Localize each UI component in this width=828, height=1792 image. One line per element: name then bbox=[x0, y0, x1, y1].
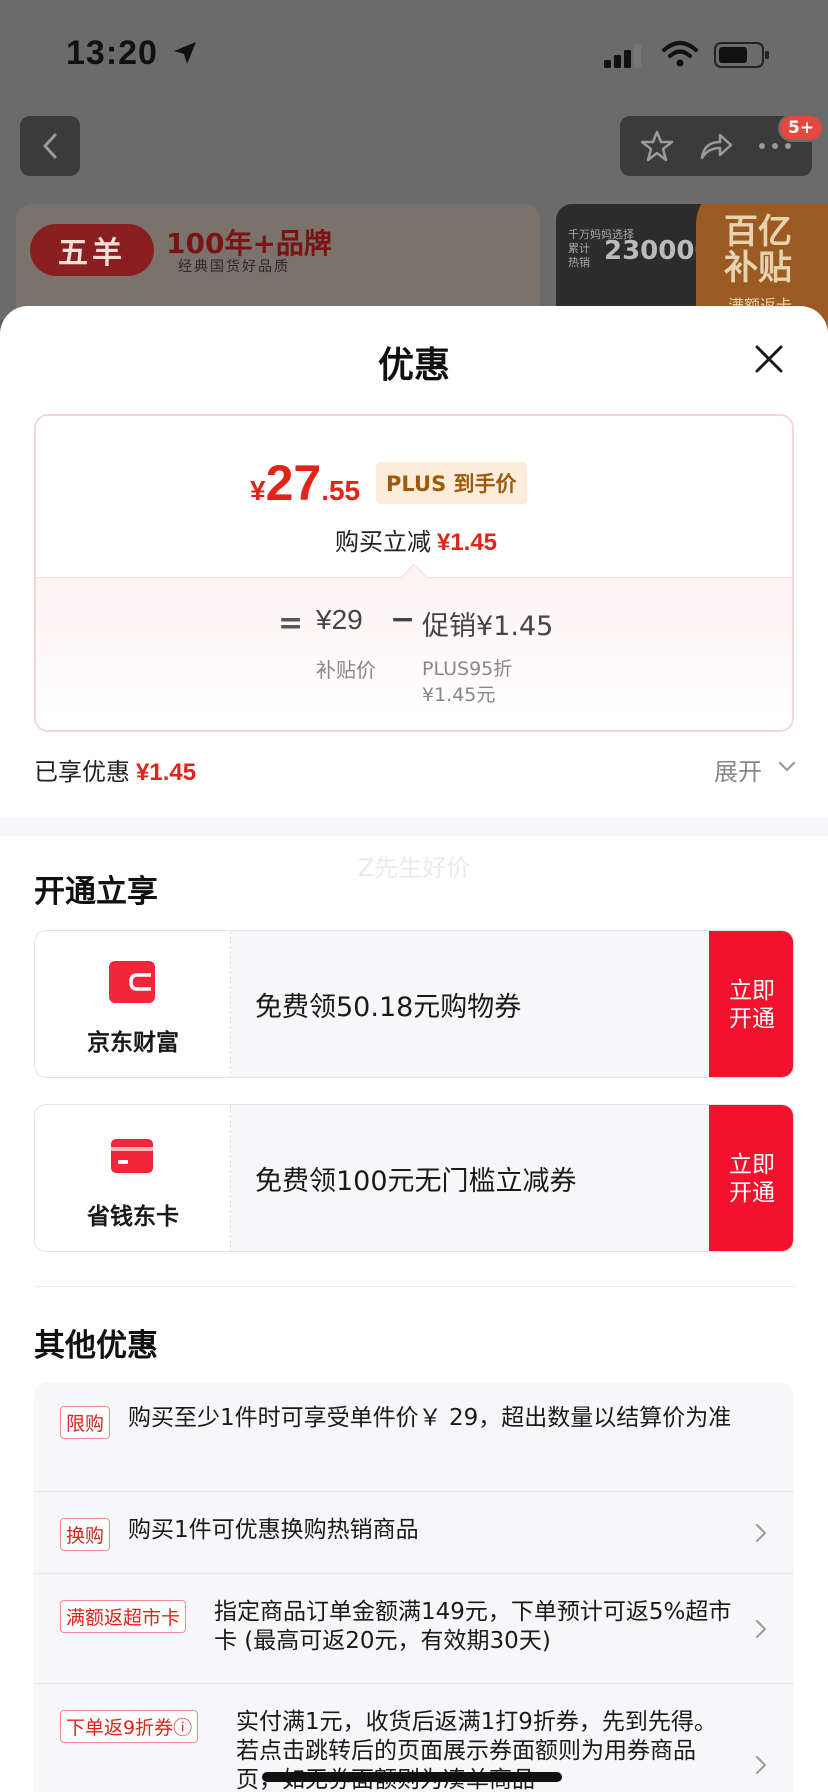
promo-discount: 促销¥1.45 bbox=[422, 611, 554, 642]
section-divider bbox=[34, 1286, 794, 1287]
discount-tag: 满额返超市卡 bbox=[60, 1600, 187, 1633]
list-item[interactable]: 满额返超市卡 指定商品订单金额满149元，下单预计可返5%超市卡 (最高可返20… bbox=[34, 1574, 794, 1684]
open-card-name: 京东财富 bbox=[87, 1030, 179, 1056]
status-time: 13:20 bbox=[66, 34, 158, 72]
enjoyed-label: 已享优惠 bbox=[34, 758, 130, 786]
reduce-line: 购买立减 ¥1.45 bbox=[36, 522, 792, 557]
share-icon bbox=[700, 133, 733, 160]
close-icon bbox=[755, 345, 783, 373]
card-icon bbox=[111, 1139, 153, 1173]
favorite-button[interactable] bbox=[637, 126, 677, 166]
final-price: ¥27.55 bbox=[250, 454, 360, 512]
open-card-desc: 免费领50.18元购物券 bbox=[255, 992, 522, 1023]
open-card-name: 省钱东卡 bbox=[87, 1204, 179, 1230]
price-integer: 27 bbox=[265, 455, 322, 511]
battery-icon bbox=[714, 42, 769, 68]
home-indicator[interactable] bbox=[262, 1772, 562, 1782]
chevron-right-icon bbox=[756, 1756, 767, 1774]
share-button[interactable] bbox=[696, 126, 736, 166]
enjoyed-amount: ¥1.45 bbox=[136, 759, 197, 786]
back-button[interactable] bbox=[20, 116, 80, 176]
discount-text: 购买1件可优惠换购热销商品 bbox=[128, 1517, 419, 1543]
brand-logo: 五羊 bbox=[30, 224, 154, 276]
discount-tag: 下单返9折券ⓘ bbox=[60, 1710, 199, 1743]
subsidy-badge-text: 百亿 补贴 bbox=[724, 212, 792, 288]
other-section-title: 其他优惠 bbox=[34, 1328, 158, 1364]
reduce-label: 购买立减 bbox=[334, 528, 431, 556]
discount-tag: 换购 bbox=[60, 1518, 111, 1551]
plus-price-tag: PLUS 到手价 bbox=[376, 462, 527, 504]
cellular-signal-icon bbox=[604, 44, 641, 68]
open-section-title: 开通立享 bbox=[34, 874, 158, 910]
sheet-title: 优惠 bbox=[377, 345, 450, 386]
promo-label-line2: ¥1.45元 bbox=[422, 684, 496, 706]
status-bar: 13:20 bbox=[0, 34, 828, 74]
enjoyed-discount: 已享优惠 ¥1.45 bbox=[34, 752, 196, 787]
subsidy-price: ¥29 bbox=[316, 604, 363, 635]
price-card: ¥27.55 PLUS 到手价 购买立减 ¥1.45 = ¥29 补贴价 − 促销… bbox=[34, 414, 794, 732]
promo-label-line1: PLUS95折 bbox=[422, 658, 513, 680]
promo-discount-label: PLUS95折 ¥1.45元 bbox=[422, 656, 512, 708]
more-dots-icon bbox=[758, 143, 791, 149]
discount-text: 购买至少1件时可享受单件价￥ 29，超出数量以结算价为准 bbox=[128, 1405, 732, 1431]
section-divider bbox=[0, 818, 828, 836]
star-icon bbox=[641, 130, 674, 162]
subsidy-price-label: 补贴价 bbox=[316, 658, 376, 682]
open-now-button[interactable]: 立即开通 bbox=[709, 931, 793, 1077]
chevron-right-icon bbox=[756, 1524, 767, 1542]
open-card-brand: 省钱东卡 bbox=[35, 1105, 231, 1251]
list-item[interactable]: 换购 购买1件可优惠换购热销商品 bbox=[34, 1492, 794, 1574]
open-card-brand: 京东财富 bbox=[35, 931, 231, 1077]
open-card-jd-wealth[interactable]: 京东财富 免费领50.18元购物券 立即开通 bbox=[34, 930, 794, 1078]
minus-sign: − bbox=[390, 602, 416, 637]
open-card-desc: 免费领100元无门槛立减券 bbox=[255, 1166, 577, 1197]
open-card-save-card[interactable]: 省钱东卡 免费领100元无门槛立减券 立即开通 bbox=[34, 1104, 794, 1252]
chevron-right-icon bbox=[756, 1620, 767, 1638]
other-discounts-list: 限购 购买至少1件时可享受单件价￥ 29，超出数量以结算价为准 换购 购买1件可… bbox=[34, 1382, 794, 1792]
discount-sheet: 优惠 ¥27.55 PLUS 到手价 购买立减 ¥1.45 = ¥29 补贴价 −… bbox=[0, 306, 828, 1792]
chevron-down-icon[interactable] bbox=[778, 760, 796, 774]
close-button[interactable] bbox=[748, 338, 790, 380]
list-item: 限购 购买至少1件时可享受单件价￥ 29，超出数量以结算价为准 bbox=[34, 1382, 794, 1492]
wallet-icon bbox=[109, 961, 155, 1003]
wifi-icon bbox=[662, 41, 698, 67]
equals-sign: = bbox=[278, 606, 304, 641]
brand-subtitle: 经典国货好品质 bbox=[178, 259, 290, 275]
reduce-amount: ¥1.45 bbox=[436, 529, 498, 556]
price-currency: ¥ bbox=[250, 475, 266, 506]
chevron-left-icon bbox=[42, 133, 57, 159]
discount-tag: 限购 bbox=[60, 1406, 111, 1439]
open-now-button[interactable]: 立即开通 bbox=[709, 1105, 793, 1251]
discount-text: 指定商品订单金额满149元，下单预计可返5%超市卡 (最高可返20元，有效期30… bbox=[214, 1599, 732, 1654]
price-decimal: .55 bbox=[321, 475, 361, 506]
location-arrow-icon bbox=[174, 42, 196, 64]
message-badge: 5+ bbox=[778, 114, 825, 142]
expand-button[interactable]: 展开 bbox=[714, 752, 762, 787]
